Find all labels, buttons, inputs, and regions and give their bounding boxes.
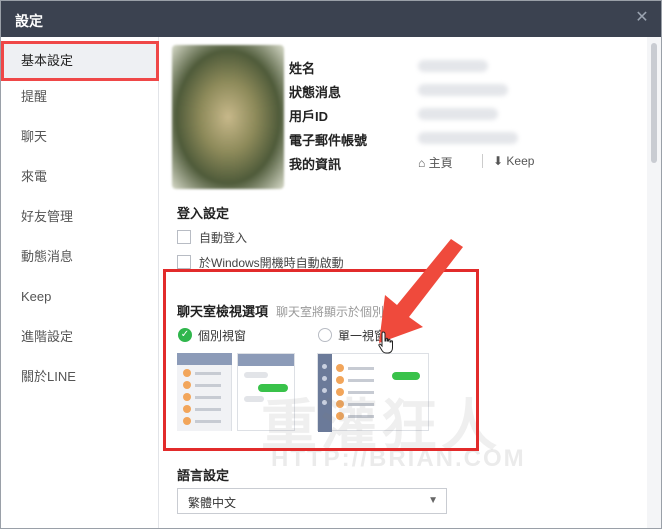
check-icon[interactable]: ✓ [178,328,192,342]
home-link[interactable]: ⌂ 主頁 [418,154,453,171]
preview-single-window[interactable] [317,353,429,432]
sidebar-item-about[interactable]: 關於LINE [1,357,159,397]
preview-bubble [392,372,420,380]
home-icon: ⌂ [418,156,426,170]
radio-circle[interactable] [318,328,332,342]
keep-link-label: Keep [506,154,535,168]
myinfo-label: 我的資訊 [289,157,342,172]
preview-combined-pane [317,353,429,432]
scroll-thumb[interactable] [651,43,657,163]
radio-separate-label: 個別視窗 [198,329,247,343]
sidebar-item-keep[interactable]: Keep [1,277,159,317]
name-label: 姓名 [289,61,316,76]
sidebar-item-basic[interactable]: 基本設定 [1,41,159,81]
preview-list-pane [177,353,232,431]
preview-separate-window[interactable] [177,353,295,431]
sidebar-item-advanced[interactable]: 進階設定 [1,317,159,357]
email-label: 電子郵件帳號 [289,133,368,148]
preview-bubble [244,396,264,402]
preview-chat-pane [237,353,295,431]
settings-content: 姓名 狀態消息 用戶ID 電子郵件帳號 我的資訊 ⌂ 主頁 ⬇ Keep 登入設… [160,37,646,528]
settings-window: 設定 ✕ 基本設定 提醒 聊天 來電 好友管理 動態消息 Keep 進階設定 關… [0,0,662,529]
sidebar-item-chat[interactable]: 聊天 [1,117,159,157]
preview-header [238,354,294,366]
auto-login-label: 自動登入 [199,231,248,245]
preview-bubble [258,384,288,392]
window-title: 設定 [15,13,43,29]
userid-label: 用戶ID [289,109,329,124]
chat-view-header: 聊天室檢視選項 聊天室將顯示於個別 [177,301,384,320]
userid-value [418,108,498,120]
scrollbar[interactable] [647,37,661,528]
close-icon[interactable]: ✕ [633,9,651,27]
sidebar-item-reminder[interactable]: 提醒 [1,77,159,117]
language-section-title: 語言設定 [177,468,230,483]
chat-view-description: 聊天室將顯示於個別 [276,305,385,319]
sidebar-item-timeline[interactable]: 動態消息 [1,237,159,277]
chevron-down-icon: ▼ [428,495,438,506]
status-value [418,84,508,96]
sidebar: 基本設定 提醒 聊天 來電 好友管理 動態消息 Keep 進階設定 關於LINE [1,37,159,528]
checkbox-box[interactable] [177,255,191,269]
keep-link[interactable]: ⬇ Keep [482,154,534,168]
preview-bubble [244,372,268,378]
chat-view-title: 聊天室檢視選項 [177,304,269,319]
email-value [418,132,518,144]
preview-strip [318,354,332,432]
sidebar-item-friends[interactable]: 好友管理 [1,197,159,237]
language-select[interactable]: 繁體中文 ▼ [177,488,447,514]
auto-start-label: 於Windows開機時自動啟動 [199,256,344,270]
preview-header [177,353,232,365]
radio-single-label: 單一視窗 [338,329,387,343]
sidebar-item-calls[interactable]: 來電 [1,157,159,197]
checkbox-box[interactable] [177,230,191,244]
login-section-title: 登入設定 [177,206,230,221]
name-value [418,60,488,72]
status-label: 狀態消息 [289,85,342,100]
home-link-label: 主頁 [428,156,453,170]
title-bar: 設定 ✕ [1,1,661,37]
keep-icon: ⬇ [493,154,504,168]
language-select-value: 繁體中文 [188,496,237,510]
avatar[interactable] [172,45,284,189]
